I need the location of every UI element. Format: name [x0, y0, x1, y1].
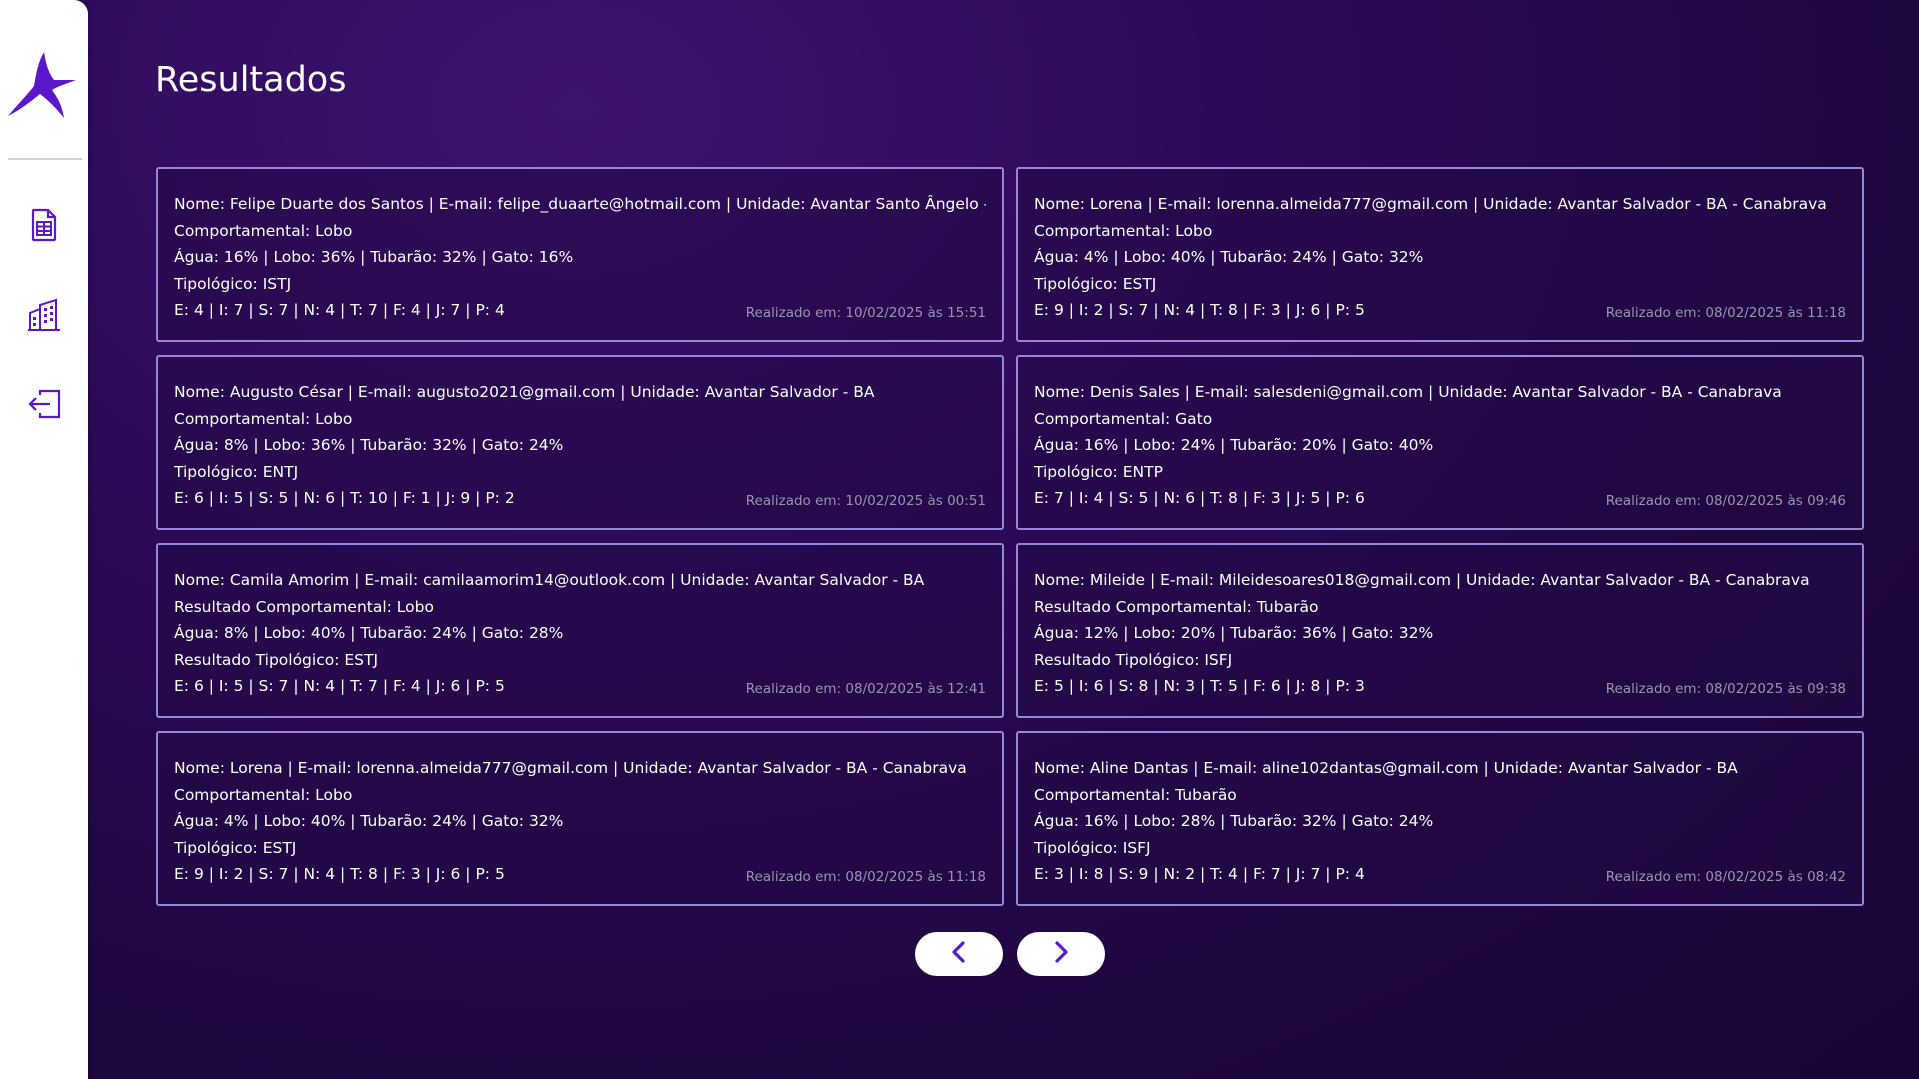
result-identity: Nome: Aline Dantas | E-mail: aline102dan… [1034, 759, 1738, 777]
result-identity: Nome: Felipe Duarte dos Santos | E-mail:… [174, 195, 986, 213]
result-typological: Resultado Tipológico: ISFJ [1034, 650, 1233, 669]
results-grid: Nome: Felipe Duarte dos Santos | E-mail:… [156, 167, 1864, 906]
result-behavioral: Comportamental: Tubarão [1034, 785, 1237, 804]
result-behavioral-scores: Água: 8% | Lobo: 40% | Tubarão: 24% | Ga… [174, 624, 564, 642]
result-typological: Tipológico: ESTJ [174, 838, 297, 857]
result-behavioral: Comportamental: Lobo [174, 785, 353, 804]
result-behavioral: Comportamental: Gato [1034, 409, 1213, 428]
result-behavioral-scores: Água: 16% | Lobo: 36% | Tubarão: 32% | G… [174, 248, 574, 266]
result-card[interactable]: Nome: Mileide | E-mail: Mileidesoares018… [1016, 543, 1864, 718]
result-typological: Tipológico: ISFJ [1034, 838, 1151, 857]
result-card[interactable]: Nome: Augusto César | E-mail: augusto202… [156, 355, 1004, 530]
result-behavioral-scores: Água: 12% | Lobo: 20% | Tubarão: 36% | G… [1034, 624, 1434, 642]
result-date: Realizado em: 08/02/2025 às 08:42 [1605, 869, 1846, 885]
result-typological: Tipológico: ENTP [1034, 462, 1163, 481]
result-identity: Nome: Camila Amorim | E-mail: camilaamor… [174, 571, 925, 589]
spreadsheet-icon [26, 207, 62, 247]
result-identity: Nome: Mileide | E-mail: Mileidesoares018… [1034, 571, 1810, 589]
result-behavioral-scores: Água: 8% | Lobo: 36% | Tubarão: 32% | Ga… [174, 436, 564, 454]
sidebar-item-spreadsheet[interactable] [22, 205, 66, 249]
result-behavioral-scores: Água: 16% | Lobo: 28% | Tubarão: 32% | G… [1034, 812, 1434, 830]
result-typological: Tipológico: ESTJ [1034, 274, 1157, 293]
result-behavioral: Comportamental: Lobo [174, 409, 353, 428]
result-identity: Nome: Augusto César | E-mail: augusto202… [174, 383, 875, 401]
pagination [915, 932, 1105, 976]
logout-icon [26, 386, 62, 426]
result-card[interactable]: Nome: Aline Dantas | E-mail: aline102dan… [1016, 731, 1864, 906]
previous-page-button[interactable] [915, 932, 1003, 976]
building-icon [26, 297, 62, 337]
sidebar-divider [8, 158, 82, 160]
sidebar [0, 0, 88, 1079]
result-date: Realizado em: 08/02/2025 às 09:46 [1605, 493, 1846, 509]
result-behavioral-scores: Água: 4% | Lobo: 40% | Tubarão: 24% | Ga… [1034, 248, 1424, 266]
sidebar-item-building[interactable] [22, 295, 66, 339]
result-identity: Nome: Lorena | E-mail: lorenna.almeida77… [174, 759, 967, 777]
result-date: Realizado em: 08/02/2025 às 11:18 [745, 869, 986, 885]
result-behavioral-scores: Água: 16% | Lobo: 24% | Tubarão: 20% | G… [1034, 436, 1434, 454]
page-title: Resultados [155, 60, 347, 100]
result-behavioral: Comportamental: Lobo [174, 221, 353, 240]
result-card[interactable]: Nome: Camila Amorim | E-mail: camilaamor… [156, 543, 1004, 718]
result-date: Realizado em: 10/02/2025 às 00:51 [745, 493, 986, 509]
result-date: Realizado em: 08/02/2025 às 09:38 [1605, 681, 1846, 697]
result-behavioral-scores: Água: 4% | Lobo: 40% | Tubarão: 24% | Ga… [174, 812, 564, 830]
result-card[interactable]: Nome: Denis Sales | E-mail: salesdeni@gm… [1016, 355, 1864, 530]
result-date: Realizado em: 10/02/2025 às 15:51 [745, 305, 986, 321]
result-typological: Resultado Tipológico: ESTJ [174, 650, 379, 669]
result-typological: Tipológico: ISTJ [174, 274, 292, 293]
avantar-logo[interactable] [6, 50, 82, 120]
result-identity: Nome: Denis Sales | E-mail: salesdeni@gm… [1034, 383, 1782, 401]
result-typological: Tipológico: ENTJ [174, 462, 299, 481]
result-behavioral: Resultado Comportamental: Lobo [174, 597, 434, 616]
next-page-button[interactable] [1017, 932, 1105, 976]
result-date: Realizado em: 08/02/2025 às 11:18 [1605, 305, 1846, 321]
result-date: Realizado em: 08/02/2025 às 12:41 [745, 681, 986, 697]
result-behavioral: Comportamental: Lobo [1034, 221, 1213, 240]
chevron-left-icon [948, 940, 970, 968]
result-identity: Nome: Lorena | E-mail: lorenna.almeida77… [1034, 195, 1827, 213]
sidebar-item-logout[interactable] [22, 384, 66, 428]
result-behavioral: Resultado Comportamental: Tubarão [1034, 597, 1319, 616]
result-card[interactable]: Nome: Lorena | E-mail: lorenna.almeida77… [1016, 167, 1864, 342]
result-card[interactable]: Nome: Lorena | E-mail: lorenna.almeida77… [156, 731, 1004, 906]
result-card[interactable]: Nome: Felipe Duarte dos Santos | E-mail:… [156, 167, 1004, 342]
chevron-right-icon [1050, 940, 1072, 968]
